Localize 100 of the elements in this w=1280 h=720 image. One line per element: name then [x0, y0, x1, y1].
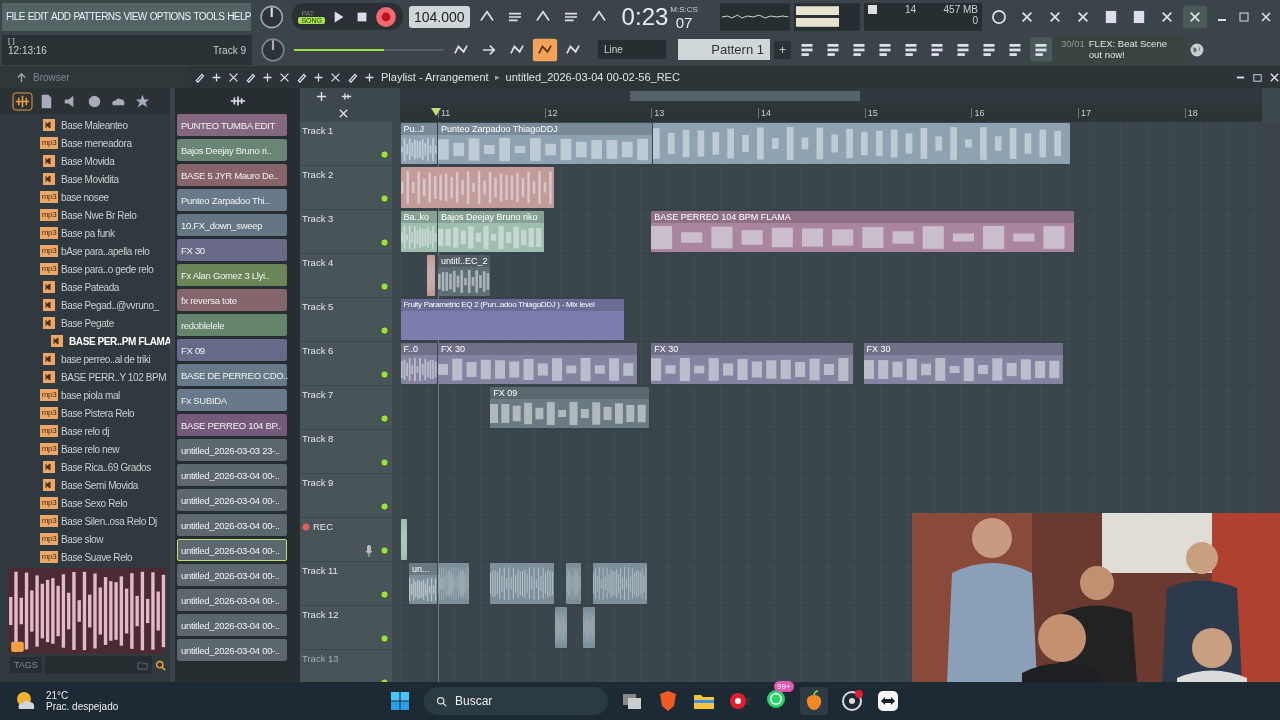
- scroll-thumb[interactable]: [630, 91, 860, 101]
- browser-item[interactable]: mp3 Base pa funk: [0, 224, 170, 242]
- track-header[interactable]: Track 5: [300, 298, 392, 342]
- tags-field[interactable]: [44, 656, 152, 674]
- audio-clip[interactable]: F..0: [400, 343, 437, 384]
- channel-button[interactable]: untitled_2026-03-04 00-..: [177, 464, 287, 486]
- tool-icon[interactable]: [296, 71, 307, 83]
- channel-button[interactable]: untitled_2026-03-04 00-..: [177, 539, 287, 561]
- channel-button[interactable]: fx reversa tote: [177, 289, 287, 311]
- browser-item[interactable]: mp3 Base slow: [0, 530, 170, 548]
- audio-clip[interactable]: FX 30: [651, 343, 853, 384]
- tool-icon[interactable]: [364, 71, 375, 83]
- track-lane[interactable]: Pu..J Punteo Zarpadoo ThiagoDDJ: [400, 122, 1262, 166]
- menu-item[interactable]: EDIT: [27, 11, 49, 22]
- audio-clip[interactable]: [400, 519, 407, 560]
- globe-icon[interactable]: [1189, 41, 1205, 58]
- channel-button[interactable]: untitled_2026-03-04 00-..: [177, 639, 287, 661]
- channel-button[interactable]: Bajos Deejay Bruno ri..: [177, 139, 287, 161]
- track-lane[interactable]: [400, 166, 1262, 210]
- tags-button[interactable]: TAGS: [10, 657, 42, 673]
- playhead-marker[interactable]: [429, 107, 442, 117]
- audio-clip[interactable]: BASE PERREO 104 BPM FLAMA: [651, 211, 1074, 252]
- browser-item[interactable]: Base Pegad..@vvruno_: [0, 296, 170, 314]
- channel-button[interactable]: BASE 5 JYR Mauro De..: [177, 164, 287, 186]
- track-lane[interactable]: Ba..ko Bajos Deejay Bruno riko BASE PERREO 104 BPM FLAMA: [400, 210, 1262, 254]
- browser-item[interactable]: Base Pateada: [0, 278, 170, 296]
- track-led-icon[interactable]: [380, 414, 389, 423]
- record-app-icon[interactable]: [840, 689, 864, 713]
- menu-item[interactable]: ADD: [51, 11, 71, 22]
- track-lane[interactable]: un...: [400, 562, 912, 606]
- menu-item[interactable]: OPTIONS: [149, 11, 191, 22]
- track-header[interactable]: Track 6: [300, 342, 392, 386]
- browser-item[interactable]: mp3 Base Nwe Br Relo: [0, 206, 170, 224]
- track-led-icon[interactable]: [380, 150, 389, 159]
- record-icon[interactable]: [375, 5, 397, 28]
- menu-item[interactable]: TOOLS: [193, 11, 225, 22]
- taskbar-search[interactable]: Buscar: [424, 687, 608, 715]
- audio-clip[interactable]: [555, 607, 568, 648]
- browser-item[interactable]: base perreo..al de triki: [0, 350, 170, 368]
- add-pattern-button[interactable]: +: [774, 40, 791, 59]
- audio-clip[interactable]: [592, 563, 648, 604]
- snap-dropdown[interactable]: Line: [598, 40, 666, 59]
- track-header[interactable]: Track 1: [300, 122, 392, 166]
- track-led-icon[interactable]: [380, 458, 389, 467]
- close-icon[interactable]: [338, 108, 349, 119]
- audio-clip[interactable]: [400, 167, 555, 208]
- browser-item[interactable]: mp3 Base relo new: [0, 440, 170, 458]
- track-lane[interactable]: [400, 606, 912, 650]
- channel-button[interactable]: FX 30: [177, 239, 287, 261]
- track-led-icon[interactable]: [380, 194, 389, 203]
- audio-clip[interactable]: Pu..J: [400, 123, 437, 164]
- browser-item[interactable]: mp3 bAse para..apella relo: [0, 242, 170, 260]
- track-header[interactable]: Track 4: [300, 254, 392, 298]
- browser-item[interactable]: BASE PERR..Y 102 BPM: [0, 368, 170, 386]
- track-header[interactable]: Track 9: [300, 474, 392, 518]
- browser-item[interactable]: mp3 Base Silen..osa Relo Dj: [0, 512, 170, 530]
- add-track-icon[interactable]: [316, 91, 327, 102]
- arrow-up-icon[interactable]: [16, 71, 27, 83]
- browser-item[interactable]: Base Movida: [0, 152, 170, 170]
- channel-button[interactable]: redoblelele: [177, 314, 287, 336]
- remote-app-icon[interactable]: [876, 689, 900, 713]
- chat-icon[interactable]: [764, 687, 788, 711]
- audio-clip[interactable]: FX 30: [863, 343, 1064, 384]
- channel-button[interactable]: 10.FX_down_sweep: [177, 214, 287, 236]
- toolbar-icon[interactable]: [532, 36, 558, 63]
- channel-button[interactable]: FX 09: [177, 339, 287, 361]
- waveform-icon[interactable]: [341, 91, 352, 102]
- tool-icon[interactable]: [245, 71, 256, 83]
- audio-clip[interactable]: [565, 563, 581, 604]
- track-led-icon[interactable]: [380, 370, 389, 379]
- track-header[interactable]: Track 7: [300, 386, 392, 430]
- track-header[interactable]: REC: [300, 518, 392, 562]
- news-panel[interactable]: 30/01 FLEX: Beat Scene out now!: [1057, 35, 1185, 64]
- browser-item[interactable]: Base Semi Movida: [0, 476, 170, 494]
- audio-clip[interactable]: un...: [409, 563, 437, 604]
- track-led-icon[interactable]: [380, 326, 389, 335]
- start-icon[interactable]: [388, 689, 412, 713]
- tool-icon[interactable]: [313, 71, 324, 83]
- track-header[interactable]: Track 2: [300, 166, 392, 210]
- channel-button[interactable]: untitled_2026-03-04 00-..: [177, 614, 287, 636]
- browser-item[interactable]: mp3 Base Sexo Relo: [0, 494, 170, 512]
- vertical-scrollbar[interactable]: [1262, 122, 1280, 513]
- browser-item[interactable]: mp3 base piola mal: [0, 386, 170, 404]
- channel-button[interactable]: untitled_2026-03-04 00-..: [177, 564, 287, 586]
- track-lane[interactable]: [400, 518, 912, 562]
- browser-tab[interactable]: [12, 91, 33, 111]
- track-header[interactable]: Track 3: [300, 210, 392, 254]
- waveform-icon[interactable]: [228, 95, 247, 107]
- browser-item[interactable]: mp3 Base para..o gede relo: [0, 260, 170, 278]
- tool-icon[interactable]: [279, 71, 290, 83]
- browser-item[interactable]: Base Movidita: [0, 170, 170, 188]
- track-lane[interactable]: F..0 FX 30 FX 30 FX 30: [400, 342, 1262, 386]
- track-header[interactable]: Track 8: [300, 430, 392, 474]
- menu-item[interactable]: HELP: [227, 11, 251, 22]
- audio-clip[interactable]: untitl..EC_2: [437, 255, 491, 296]
- audio-clip[interactable]: Punteo Zarpadoo ThiagoDDJ: [437, 123, 653, 164]
- track-lane[interactable]: untitl..EC_2: [400, 254, 1262, 298]
- audio-clip[interactable]: [437, 563, 469, 604]
- knob-icon[interactable]: [260, 36, 286, 63]
- audio-clip[interactable]: [427, 255, 435, 296]
